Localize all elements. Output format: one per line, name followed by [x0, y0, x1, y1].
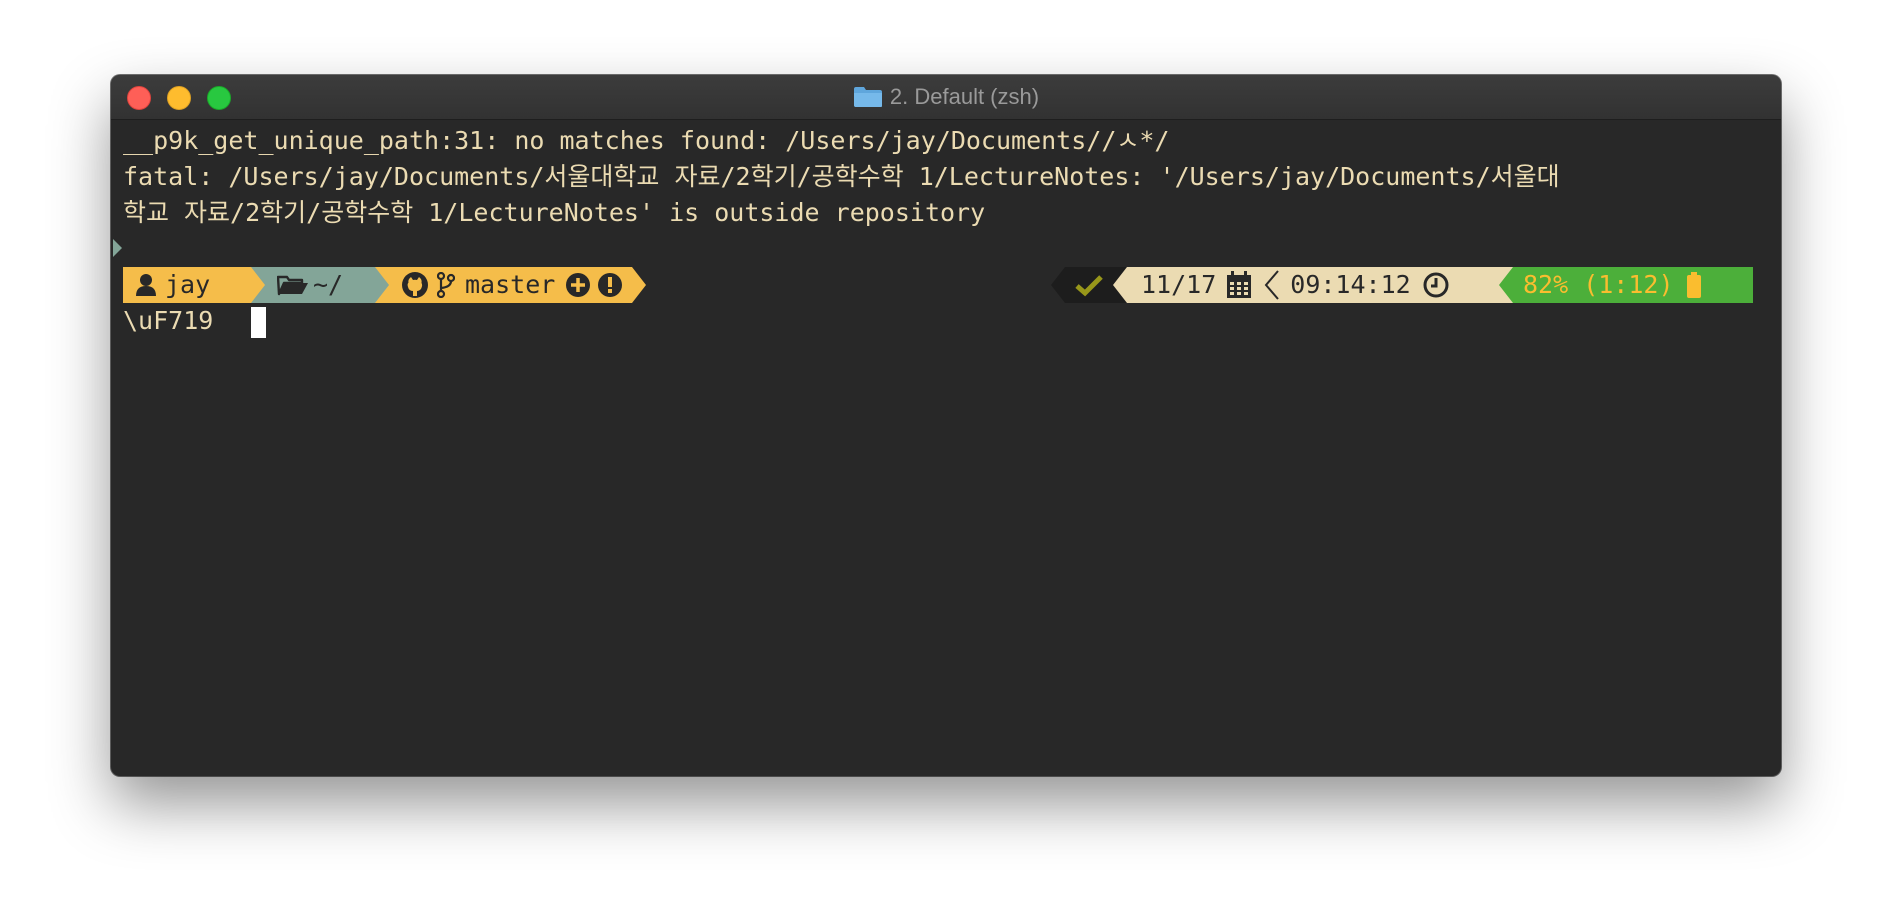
powerlevel-prompt: jay ~/ master 11/17 09:14:12 82% (1:12) — [123, 267, 1769, 303]
prompt-time: 09:14:12 — [1290, 270, 1411, 299]
segment-separator — [1051, 267, 1065, 303]
prompt-newline-marker — [113, 231, 1769, 267]
exclamation-circle-icon — [598, 273, 623, 297]
prompt-user-segment: jay — [123, 267, 251, 303]
prompt-datetime-segment: 11/17 09:14:12 — [1127, 267, 1499, 303]
output-line: fatal: /Users/jay/Documents/서울대학교 자료/2학기… — [123, 162, 1560, 191]
prompt-branch: master — [465, 270, 556, 299]
subsegment-separator — [1264, 270, 1280, 300]
prompt-user: jay — [165, 270, 211, 299]
clock-icon — [1423, 272, 1449, 298]
segment-separator — [1499, 267, 1513, 303]
prompt-battery: 82% (1:12) — [1523, 270, 1674, 299]
caret-icon — [113, 239, 122, 257]
command-input-line[interactable]: \uF719 — [123, 303, 1769, 339]
prompt-date: 11/17 — [1141, 270, 1217, 299]
folder-open-icon — [277, 275, 308, 296]
window-title-area: 2. Default (zsh) — [111, 75, 1781, 119]
command-input-text: \uF719 — [123, 306, 214, 335]
title-bar: 2. Default (zsh) — [111, 75, 1781, 120]
prompt-dir: ~/ — [313, 270, 344, 299]
segment-separator — [632, 267, 646, 303]
plus-circle-icon — [566, 273, 591, 297]
folder-icon — [853, 87, 882, 107]
segment-separator — [251, 267, 265, 303]
calendar-icon — [1227, 271, 1252, 298]
battery-icon — [1686, 272, 1701, 298]
terminal-content[interactable]: __p9k_get_unique_path:31: no matches fou… — [113, 123, 1769, 339]
segment-separator — [1113, 267, 1127, 303]
github-icon — [402, 272, 428, 298]
prompt-vcs-segment: master — [389, 267, 632, 303]
text-cursor — [251, 307, 266, 338]
git-branch-icon — [437, 272, 455, 298]
user-icon — [136, 274, 156, 296]
output-line: __p9k_get_unique_path:31: no matches fou… — [123, 126, 1170, 155]
terminal-window: 2. Default (zsh) __p9k_get_unique_path:3… — [111, 75, 1781, 776]
prompt-dir-segment: ~/ — [265, 267, 375, 303]
output-line: 학교 자료/2학기/공학수학 1/LectureNotes' is outsid… — [123, 198, 986, 227]
prompt-battery-segment: 82% (1:12) — [1513, 267, 1753, 303]
window-title: 2. Default (zsh) — [889, 84, 1040, 109]
prompt-status-segment — [1065, 267, 1113, 303]
segment-separator — [375, 267, 389, 303]
checkmark-icon — [1075, 275, 1103, 297]
